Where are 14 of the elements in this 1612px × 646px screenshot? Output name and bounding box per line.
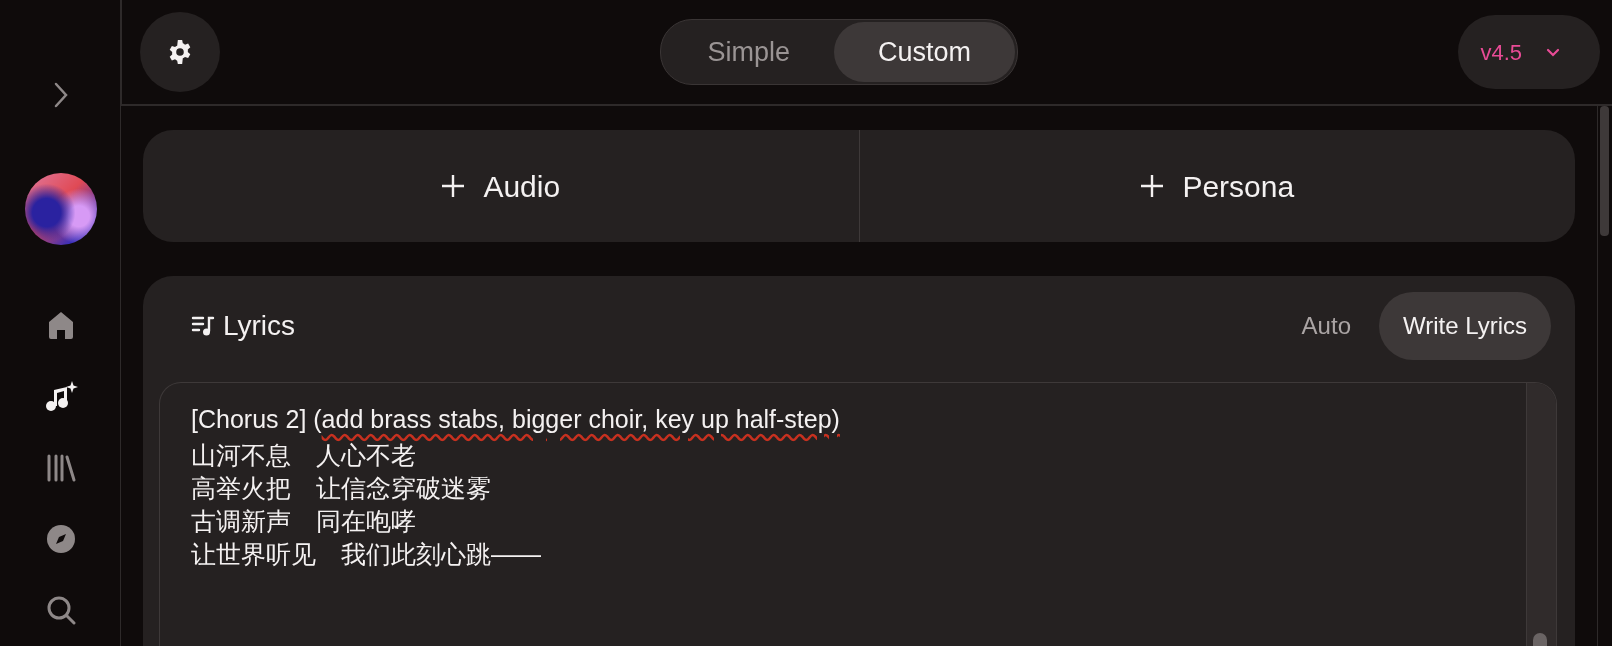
lyric-line: 高举火把 让信念穿破迷雾 bbox=[191, 473, 492, 504]
add-button[interactable]: Persona bbox=[859, 130, 1575, 242]
add-button[interactable]: Audio bbox=[143, 130, 859, 242]
lyric-line: [Chorus 2] (add brass stabs, bigger choir, key up half-step) bbox=[191, 404, 841, 435]
mode-tab[interactable]: Simple bbox=[663, 21, 834, 83]
lyrics-mode-tab[interactable]: Write Lyrics bbox=[1379, 292, 1551, 360]
lyrics-mode-tab[interactable]: Auto bbox=[1277, 292, 1375, 360]
lyric-line: 山河不息 人心不老 bbox=[191, 440, 417, 471]
mode-tab[interactable]: Custom bbox=[833, 21, 1015, 83]
lyrics-field[interactable]: [Chorus 2] (add brass stabs, bigger choir, key up half-step) 山河不息 人心不老 高举火把 让信念穿破迷雾 古调新声 同在咆哮 让世界听见 我们此刻心跳—— bbox=[159, 382, 1557, 646]
lyric-line: 古调新声 同在咆哮 bbox=[191, 506, 417, 537]
lyric-line: 让世界听见 我们此刻心跳—— bbox=[191, 539, 542, 570]
lyrics-title: Lyrics bbox=[223, 309, 296, 343]
model-version-dropdown[interactable]: v4.5 bbox=[1458, 15, 1600, 89]
